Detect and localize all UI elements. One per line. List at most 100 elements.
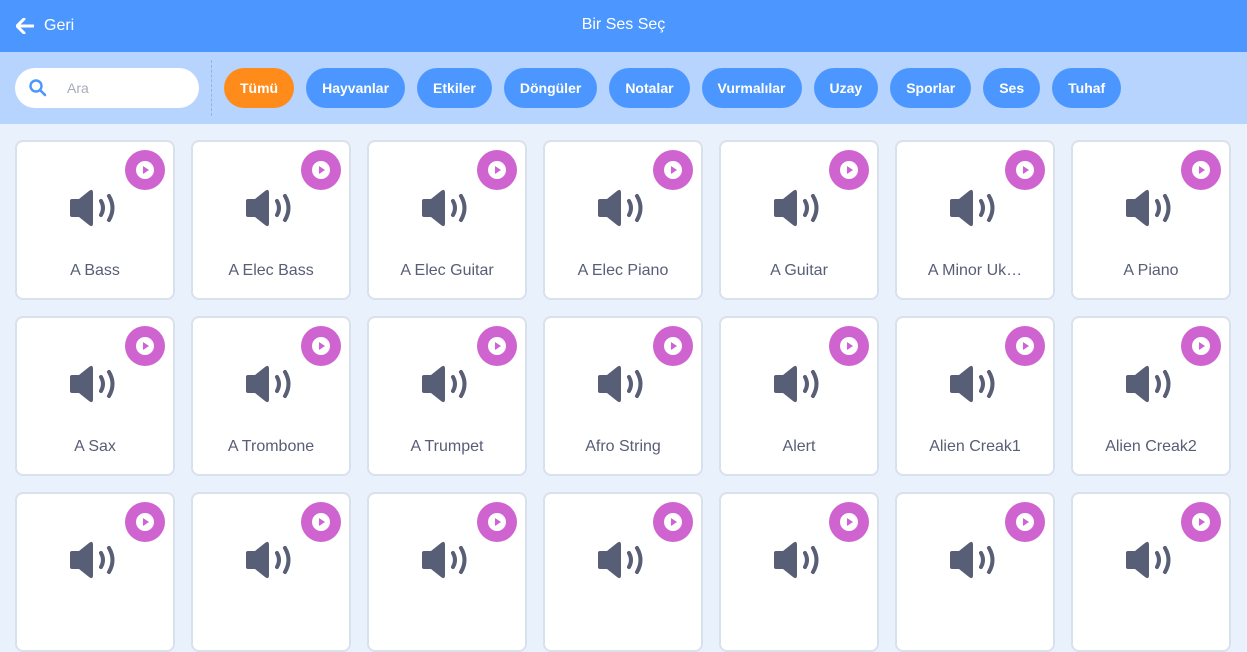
play-button[interactable] xyxy=(301,150,341,190)
speaker-icon xyxy=(244,540,298,580)
sound-card[interactable]: Alien Creak1 xyxy=(895,316,1055,476)
play-icon xyxy=(1015,336,1035,356)
tag-notalar[interactable]: Notalar xyxy=(609,68,690,108)
play-icon xyxy=(311,336,331,356)
speaker-icon xyxy=(1124,188,1178,228)
speaker-icon xyxy=(68,540,122,580)
sound-card[interactable]: Alert xyxy=(719,316,879,476)
play-button[interactable] xyxy=(1005,326,1045,366)
speaker-icon xyxy=(948,540,1002,580)
sound-card[interactable] xyxy=(895,492,1055,652)
play-icon xyxy=(663,512,683,532)
sound-card[interactable]: A Elec Bass xyxy=(191,140,351,300)
tag-hayvanlar[interactable]: Hayvanlar xyxy=(306,68,406,108)
sound-name: A Bass xyxy=(70,262,120,279)
play-icon xyxy=(1015,160,1035,180)
tag-tuhaf[interactable]: Tuhaf xyxy=(1052,68,1122,108)
speaker-icon xyxy=(772,364,826,404)
play-icon xyxy=(487,512,507,532)
play-button[interactable] xyxy=(1181,326,1221,366)
play-button[interactable] xyxy=(1005,502,1045,542)
sound-card[interactable]: A Bass xyxy=(15,140,175,300)
play-button[interactable] xyxy=(301,502,341,542)
speaker-icon xyxy=(596,364,650,404)
play-button[interactable] xyxy=(1181,502,1221,542)
play-button[interactable] xyxy=(125,502,165,542)
play-button[interactable] xyxy=(653,502,693,542)
play-icon xyxy=(663,336,683,356)
sound-card[interactable] xyxy=(1071,492,1231,652)
play-icon xyxy=(311,512,331,532)
speaker-icon xyxy=(772,540,826,580)
speaker-icon xyxy=(244,364,298,404)
play-button[interactable] xyxy=(829,502,869,542)
play-icon xyxy=(663,160,683,180)
speaker-icon xyxy=(948,364,1002,404)
modal-header: Geri Bir Ses Seç xyxy=(0,0,1247,52)
speaker-icon xyxy=(68,188,122,228)
play-button[interactable] xyxy=(301,326,341,366)
tag-tümü[interactable]: Tümü xyxy=(224,68,295,108)
tag-döngüler[interactable]: Döngüler xyxy=(503,68,598,108)
play-button[interactable] xyxy=(125,326,165,366)
sound-name: A Minor Uk… xyxy=(927,262,1023,279)
tag-vurmalılar[interactable]: Vurmalılar xyxy=(701,68,802,108)
tag-etkiler[interactable]: Etkiler xyxy=(417,68,492,108)
tag-sporlar[interactable]: Sporlar xyxy=(890,68,972,108)
sound-card[interactable] xyxy=(719,492,879,652)
speaker-icon xyxy=(948,188,1002,228)
play-icon xyxy=(311,160,331,180)
sound-name: Alien Creak1 xyxy=(929,438,1021,455)
sound-card[interactable]: A Trombone xyxy=(191,316,351,476)
play-icon xyxy=(1191,160,1211,180)
speaker-icon xyxy=(420,364,474,404)
sound-name: A Guitar xyxy=(770,262,828,279)
sound-card[interactable]: Afro String xyxy=(543,316,703,476)
sound-card[interactable]: A Minor Uk… xyxy=(895,140,1055,300)
play-button[interactable] xyxy=(829,326,869,366)
play-icon xyxy=(135,160,155,180)
sound-name: Alien Creak2 xyxy=(1105,438,1197,455)
play-icon xyxy=(135,336,155,356)
play-icon xyxy=(487,160,507,180)
sound-card[interactable]: A Sax xyxy=(15,316,175,476)
sound-name: A Trumpet xyxy=(410,438,484,455)
play-button[interactable] xyxy=(1181,150,1221,190)
sound-card[interactable]: A Elec Guitar xyxy=(367,140,527,300)
play-button[interactable] xyxy=(477,502,517,542)
filter-bar: Tümü Hayvanlar Etkiler Döngüler Notalar Vurma… xyxy=(0,52,1247,124)
play-button[interactable] xyxy=(653,150,693,190)
sound-card[interactable]: A Guitar xyxy=(719,140,879,300)
sound-card[interactable] xyxy=(15,492,175,652)
sound-name: A Elec Guitar xyxy=(400,262,494,279)
play-button[interactable] xyxy=(1005,150,1045,190)
sound-grid: A Bass A Elec Bass A Elec Guitar A Elec Pia… xyxy=(15,140,1231,652)
sound-card[interactable]: Alien Creak2 xyxy=(1071,316,1231,476)
play-icon xyxy=(839,336,859,356)
play-button[interactable] xyxy=(477,150,517,190)
sound-name: A Elec Bass xyxy=(228,262,314,279)
sound-card[interactable]: A Elec Piano xyxy=(543,140,703,300)
play-button[interactable] xyxy=(829,150,869,190)
sound-name: A Piano xyxy=(1123,262,1179,279)
speaker-icon xyxy=(1124,364,1178,404)
tag-ses[interactable]: Ses xyxy=(983,68,1041,108)
tag-uzay[interactable]: Uzay xyxy=(813,68,879,108)
sound-card[interactable] xyxy=(543,492,703,652)
sound-card[interactable] xyxy=(367,492,527,652)
search-input[interactable] xyxy=(65,79,185,97)
sound-card[interactable] xyxy=(191,492,351,652)
sound-name: A Sax xyxy=(74,438,116,455)
divider xyxy=(211,60,212,116)
speaker-icon xyxy=(420,188,474,228)
search-box[interactable] xyxy=(15,68,199,108)
speaker-icon xyxy=(420,540,474,580)
sound-card[interactable]: A Trumpet xyxy=(367,316,527,476)
play-button[interactable] xyxy=(653,326,693,366)
sound-card[interactable]: A Piano xyxy=(1071,140,1231,300)
play-icon xyxy=(1191,336,1211,356)
play-button[interactable] xyxy=(477,326,517,366)
play-button[interactable] xyxy=(125,150,165,190)
category-tags: Tümü Hayvanlar Etkiler Döngüler Notalar Vurma… xyxy=(224,68,1122,108)
play-icon xyxy=(1191,512,1211,532)
